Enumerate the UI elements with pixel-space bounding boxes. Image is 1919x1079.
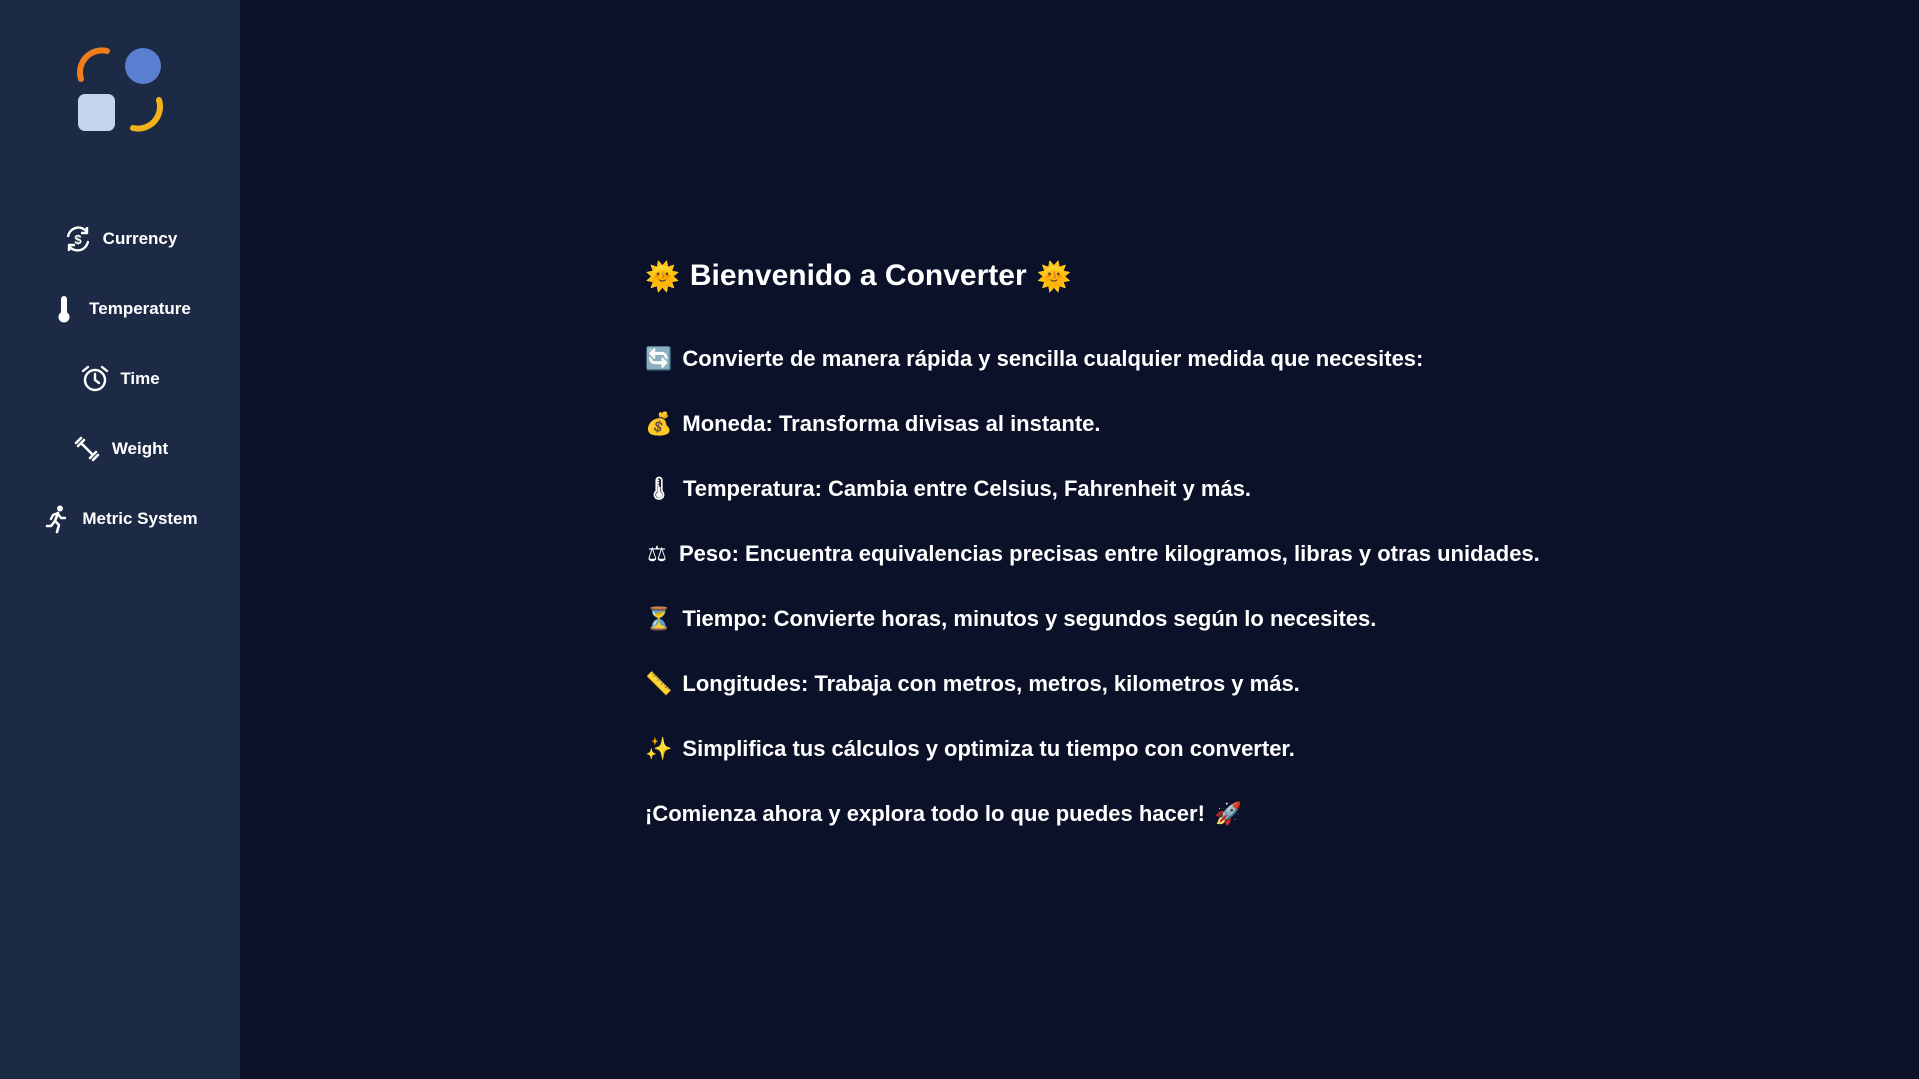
sidebar-item-label: Temperature: [89, 299, 191, 318]
sun-icon: 🌞: [645, 260, 680, 292]
rocket-icon: 🚀: [1214, 800, 1243, 826]
thermometer-icon: [49, 294, 79, 324]
svg-text:$: $: [74, 232, 82, 247]
feature-line-currency: 💰 Moneda: Transforma divisas al instante…: [645, 391, 1745, 456]
app-window: $ Currency Temperature Time Weight Metri…: [0, 0, 1919, 1079]
sidebar-nav: $ Currency Temperature Time Weight Metri…: [0, 204, 240, 554]
page-title-text: Bienvenido a Converter: [689, 259, 1027, 292]
sidebar-item-temperature[interactable]: Temperature: [0, 274, 240, 344]
scales-icon: ⚖: [647, 540, 667, 566]
feature-line-length: 📏 Longitudes: Trabaja con metros, metros…: [645, 651, 1745, 716]
hourglass-icon: ⏳: [645, 605, 673, 631]
feature-line-temperature: 🌡 Temperatura: Cambia entre Celsius, Fah…: [645, 456, 1745, 521]
running-person-icon: [42, 504, 72, 534]
sidebar-item-label: Weight: [111, 439, 169, 458]
sidebar-item-label: Time: [120, 369, 160, 388]
main-content: 🌞 Bienvenido a Converter 🌞 🔄 Convierte d…: [240, 0, 1919, 1079]
currency-exchange-icon: $: [63, 224, 93, 254]
welcome-panel: 🌞 Bienvenido a Converter 🌞 🔄 Convierte d…: [645, 252, 1745, 846]
sidebar-item-currency[interactable]: $ Currency: [0, 204, 240, 274]
line-text: Temperatura: Cambia entre Celsius, Fahre…: [682, 475, 1252, 501]
cta-line: ¡Comienza ahora y explora todo lo que pu…: [645, 781, 1745, 846]
sun-icon: 🌞: [1036, 260, 1072, 292]
sidebar-item-label: Currency: [102, 229, 178, 248]
sidebar-item-label: Metric System: [82, 509, 198, 528]
line-text: Convierte de manera rápida y sencilla cu…: [682, 345, 1424, 371]
line-text: Moneda: Transforma divisas al instante.: [682, 410, 1101, 436]
sidebar: $ Currency Temperature Time Weight Metri…: [0, 0, 240, 1079]
alarm-clock-icon: [80, 364, 110, 394]
feature-line-time: ⏳ Tiempo: Convierte horas, minutos y seg…: [645, 586, 1745, 651]
sparkles-icon: ✨: [645, 735, 673, 761]
page-title: 🌞 Bienvenido a Converter 🌞: [645, 252, 1745, 300]
sidebar-item-time[interactable]: Time: [0, 344, 240, 414]
line-text: Tiempo: Convierte horas, minutos y segun…: [682, 605, 1377, 631]
money-bag-icon: 💰: [645, 410, 673, 436]
summary-line: ✨ Simplifica tus cálculos y optimiza tu …: [645, 716, 1745, 781]
refresh-icon: 🔄: [645, 345, 673, 371]
thermometer-icon: 🌡: [645, 475, 673, 501]
intro-line: 🔄 Convierte de manera rápida y sencilla …: [645, 326, 1745, 391]
line-text: Simplifica tus cálculos y optimiza tu ti…: [682, 735, 1295, 761]
dumbbell-icon: [72, 434, 102, 464]
sidebar-item-weight[interactable]: Weight: [0, 414, 240, 484]
line-text: Peso: Encuentra equivalencias precisas e…: [679, 540, 1540, 566]
sidebar-item-metric-system[interactable]: Metric System: [0, 484, 240, 554]
feature-line-weight: ⚖ Peso: Encuentra equivalencias precisas…: [645, 521, 1745, 586]
ruler-icon: 📏: [645, 670, 673, 696]
app-logo[interactable]: [77, 47, 163, 133]
cta-text: ¡Comienza ahora y explora todo lo que pu…: [645, 800, 1205, 826]
line-text: Longitudes: Trabaja con metros, metros, …: [682, 670, 1300, 696]
